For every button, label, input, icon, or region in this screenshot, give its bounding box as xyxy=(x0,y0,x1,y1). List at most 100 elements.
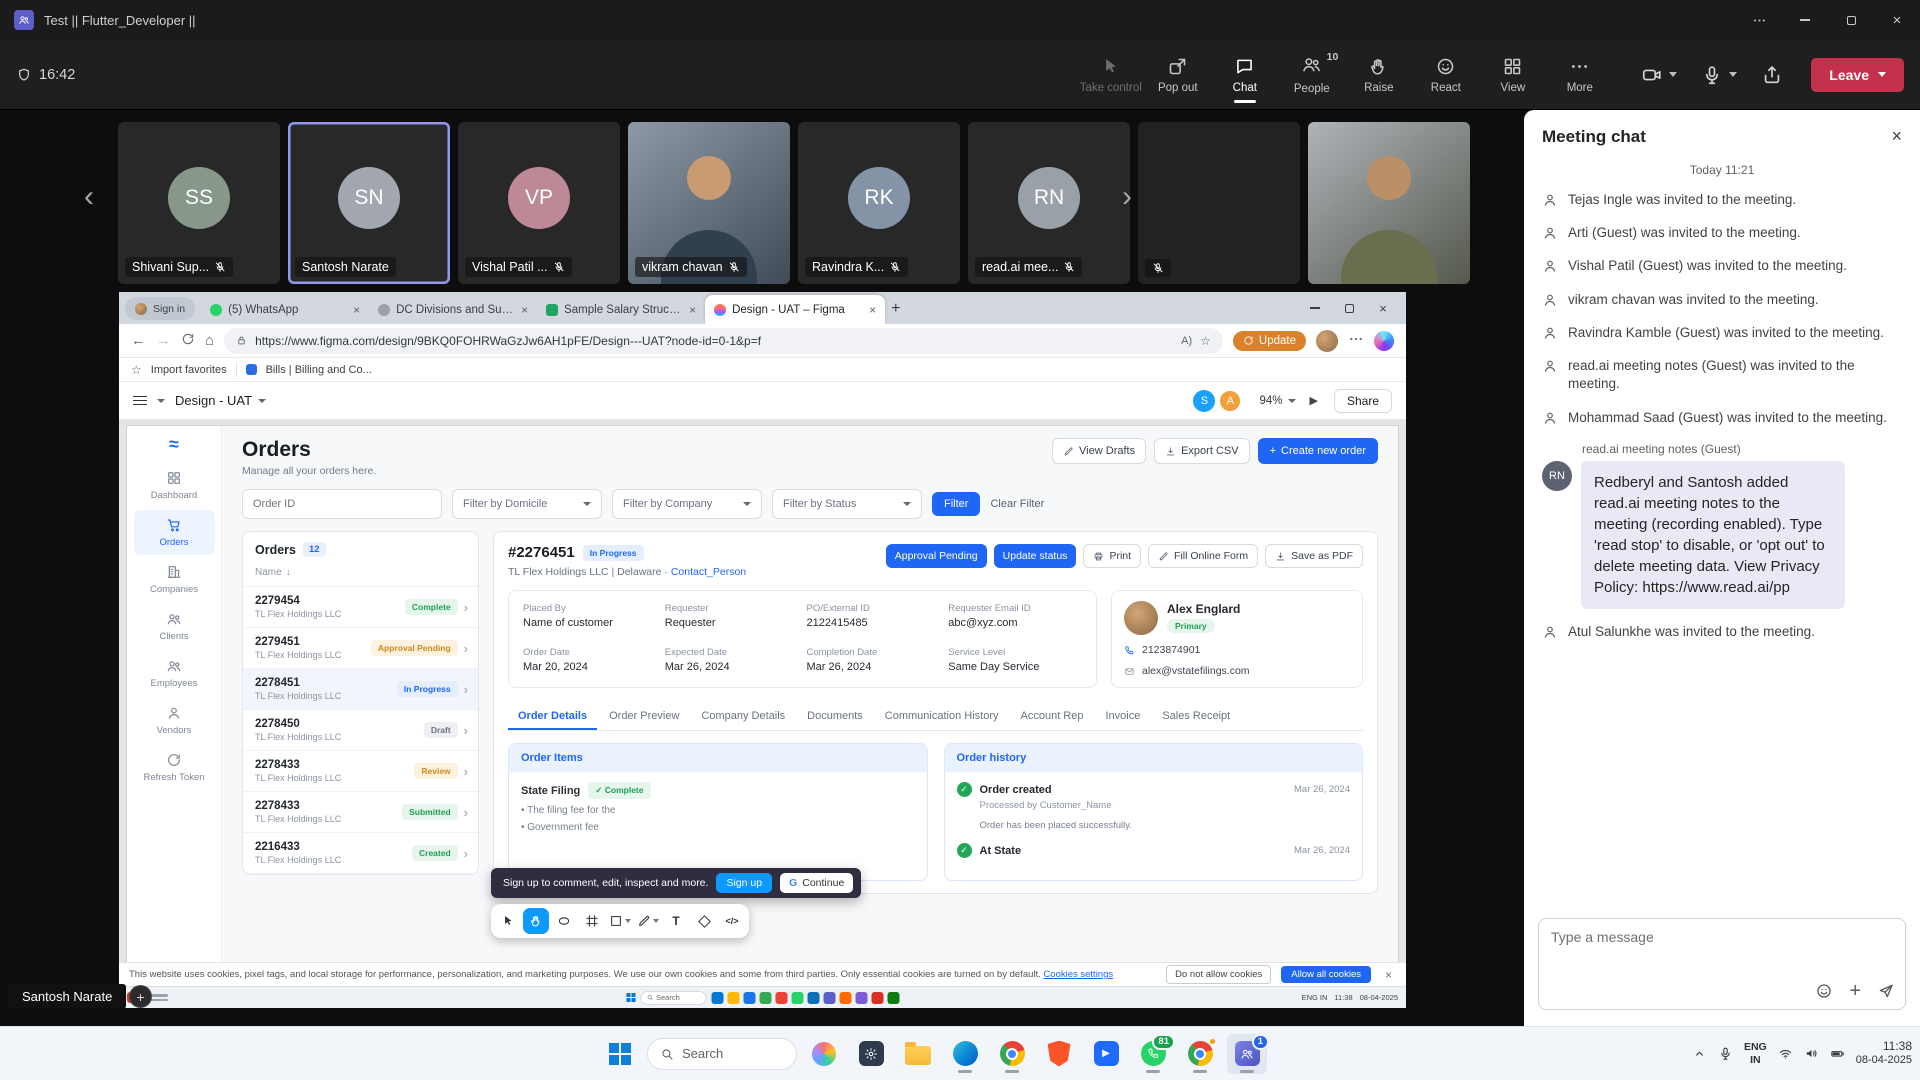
deny-cookies-button[interactable]: Do not allow cookies xyxy=(1166,965,1271,984)
tab-close-icon[interactable]: × xyxy=(689,303,696,317)
fill-online-form-button[interactable]: Fill Online Form xyxy=(1148,544,1258,568)
cookie-close-icon[interactable]: × xyxy=(1381,968,1396,982)
save-as-pdf-button[interactable]: Save as PDF xyxy=(1265,544,1363,568)
taskbar-app-icon[interactable] xyxy=(887,992,899,1004)
take-control-button[interactable]: Take control xyxy=(1077,46,1144,104)
pop-out-button[interactable]: Pop out xyxy=(1144,46,1211,104)
forward-icon[interactable]: → xyxy=(156,332,171,349)
status-filter-select[interactable]: Filter by Status xyxy=(772,489,922,519)
zoom-control[interactable]: 94% xyxy=(1259,395,1295,407)
start-icon[interactable] xyxy=(626,993,635,1002)
send-icon[interactable] xyxy=(1877,982,1895,1000)
figma-doc-title[interactable]: Design - UAT xyxy=(175,393,266,408)
start-button[interactable] xyxy=(600,1034,640,1074)
browser-tab[interactable]: DC Divisions and Surroundings × xyxy=(369,295,537,324)
allow-cookies-button[interactable]: Allow all cookies xyxy=(1281,966,1371,983)
file-explorer-icon[interactable] xyxy=(898,1034,938,1074)
language-indicator[interactable]: ENGIN xyxy=(1744,1041,1767,1065)
browser-update-button[interactable]: Update xyxy=(1233,331,1306,351)
detail-tab[interactable]: Order Preview xyxy=(599,702,689,730)
name-column-header[interactable]: Name xyxy=(255,567,282,578)
export-csv-button[interactable]: Export CSV xyxy=(1154,438,1249,464)
tab-close-icon[interactable]: × xyxy=(869,303,876,317)
filter-button[interactable]: Filter xyxy=(932,492,980,516)
continue-with-google-button[interactable]: GContinue xyxy=(780,873,853,893)
taskbar-app-icon[interactable] xyxy=(855,992,867,1004)
contact-person-link[interactable]: Contact_Person xyxy=(671,566,746,578)
gallery-prev-button[interactable]: ‹ xyxy=(84,182,94,212)
order-row[interactable]: 2278433 TL Flex Holdings LLC Submitted › xyxy=(243,792,478,833)
clear-filter-button[interactable]: Clear Filter xyxy=(990,498,1044,510)
detail-tab[interactable]: Company Details xyxy=(691,702,795,730)
view-button[interactable]: View xyxy=(1479,46,1546,104)
media-player-icon[interactable]: ▶ xyxy=(1086,1034,1126,1074)
video-tile[interactable]: RN read.ai mee... xyxy=(968,122,1130,284)
figma-share-button[interactable]: Share xyxy=(1334,389,1392,413)
comment-tool-icon[interactable] xyxy=(551,908,577,934)
taskbar-app-icon[interactable] xyxy=(807,992,819,1004)
video-tile[interactable]: RK Ravindra K... xyxy=(798,122,960,284)
sort-desc-icon[interactable]: ↓ xyxy=(286,567,291,578)
attach-plus-icon[interactable]: + xyxy=(1849,981,1861,1001)
taskbar-app-icon[interactable] xyxy=(839,992,851,1004)
refresh-icon[interactable] xyxy=(181,332,195,350)
language-indicator[interactable]: ENG IN xyxy=(1302,993,1328,1002)
order-row[interactable]: 2278433 TL Flex Holdings LLC Review › xyxy=(243,751,478,792)
volume-icon[interactable] xyxy=(1804,1046,1819,1061)
chrome-profile-icon[interactable] xyxy=(1180,1034,1220,1074)
sidebar-item-clients[interactable]: Clients xyxy=(134,604,215,649)
tray-time[interactable]: 11:38 xyxy=(1334,993,1352,1002)
video-tile[interactable]: SN Santosh Narate xyxy=(288,122,450,284)
close-button[interactable]: × xyxy=(1874,0,1920,40)
hand-tool-icon[interactable] xyxy=(523,908,549,934)
sidebar-item-refresh-token[interactable]: Refresh Token xyxy=(134,745,215,790)
tab-close-icon[interactable]: × xyxy=(521,303,528,317)
detail-tab[interactable]: Documents xyxy=(797,702,873,730)
contact-phone[interactable]: 2123874901 xyxy=(1124,644,1350,656)
video-tile[interactable] xyxy=(1138,122,1300,284)
cookie-settings-link[interactable]: Cookies settings xyxy=(1043,969,1113,980)
tray-caret-up-icon[interactable] xyxy=(1692,1046,1707,1061)
minimize-button[interactable] xyxy=(1782,0,1828,40)
chevron-down-icon[interactable] xyxy=(157,399,165,403)
sidebar-item-employees[interactable]: Employees xyxy=(134,651,215,696)
update-status-button[interactable]: Update status xyxy=(994,544,1077,568)
order-row[interactable]: 2279451 TL Flex Holdings LLC Approval Pe… xyxy=(243,628,478,669)
raise-hand-button[interactable]: Raise xyxy=(1345,46,1412,104)
detail-tab[interactable]: Invoice xyxy=(1095,702,1150,730)
shared-search-box[interactable]: Search xyxy=(640,991,706,1005)
component-tool-icon[interactable] xyxy=(691,908,717,934)
detail-tab[interactable]: Order Details xyxy=(508,702,597,730)
read-aloud-icon[interactable]: A) xyxy=(1181,335,1192,347)
create-new-order-button[interactable]: +Create new order xyxy=(1258,438,1378,464)
chat-messages[interactable]: Today 11:21 Tejas Ingle was invited to t… xyxy=(1524,157,1920,908)
taskbar-app-icon[interactable] xyxy=(743,992,755,1004)
shape-tool-icon[interactable] xyxy=(607,908,633,934)
favorite-item[interactable]: Bills | Billing and Co... xyxy=(266,364,372,376)
url-field[interactable]: https://www.figma.com/design/9BKQ0FOHRWa… xyxy=(224,328,1223,354)
taskbar-app-icon[interactable] xyxy=(759,992,771,1004)
video-tile[interactable] xyxy=(1308,122,1470,284)
order-row[interactable]: 2216433 TL Flex Holdings LLC Created › xyxy=(243,833,478,874)
video-tile[interactable]: SS Shivani Sup... xyxy=(118,122,280,284)
presenter-add-button[interactable]: + xyxy=(129,985,152,1008)
collaborator-avatar[interactable]: A xyxy=(1219,390,1241,412)
settings-icon[interactable] xyxy=(851,1034,891,1074)
chrome-icon[interactable] xyxy=(992,1034,1032,1074)
wifi-icon[interactable] xyxy=(1778,1046,1793,1061)
browser-tab[interactable]: (5) WhatsApp × xyxy=(201,295,369,324)
print-button[interactable]: Print xyxy=(1083,544,1141,568)
taskbar-clock[interactable]: 11:3808-04-2025 xyxy=(1856,1039,1912,1068)
maximize-button[interactable] xyxy=(1828,0,1874,40)
dev-mode-icon[interactable]: </> xyxy=(719,908,745,934)
contact-email[interactable]: alex@vstatefilings.com xyxy=(1124,665,1350,677)
emoji-icon[interactable] xyxy=(1815,982,1833,1000)
chevron-down-icon[interactable] xyxy=(1878,72,1886,77)
titlebar-more-icon[interactable] xyxy=(1736,0,1782,40)
copilot-icon[interactable] xyxy=(1374,331,1394,351)
present-icon[interactable]: ▶ xyxy=(1310,394,1318,407)
edge-icon[interactable] xyxy=(945,1034,985,1074)
view-drafts-button[interactable]: View Drafts xyxy=(1052,438,1146,464)
pen-tool-icon[interactable] xyxy=(635,908,661,934)
leave-button[interactable]: Leave xyxy=(1811,58,1904,92)
